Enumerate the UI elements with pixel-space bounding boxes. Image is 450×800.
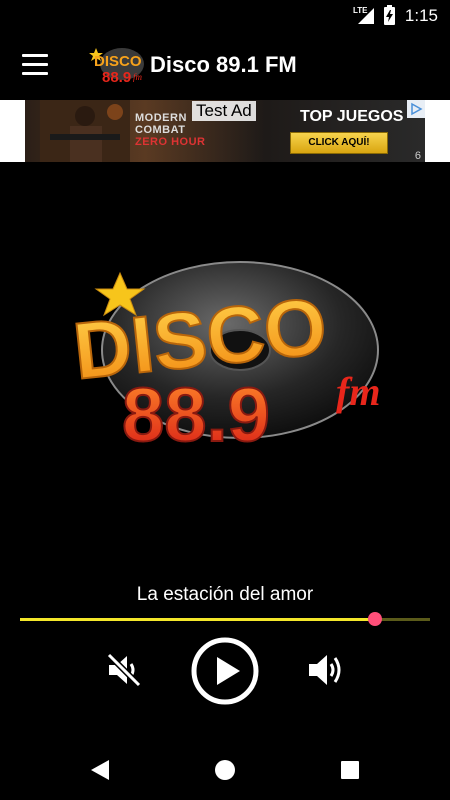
recents-icon[interactable]	[320, 740, 380, 800]
ad-corner-number: 6	[414, 150, 421, 162]
volume-mute-icon[interactable]	[104, 650, 144, 690]
play-icon[interactable]	[190, 636, 260, 706]
ad-label: Test Ad	[192, 101, 256, 121]
menu-icon[interactable]	[22, 54, 48, 76]
home-icon[interactable]	[195, 740, 255, 800]
back-icon[interactable]	[70, 740, 130, 800]
station-logo-fm: fm	[336, 369, 380, 414]
ad-game-line-2: COMBAT	[135, 124, 186, 136]
station-logo: DISCO 88.9 fm	[68, 261, 380, 455]
ad-area: MODERN COMBAT ZERO HOUR Test Ad TOP JUEG…	[0, 100, 450, 162]
volume-slider[interactable]	[20, 612, 430, 626]
ad-soldier-image	[40, 100, 130, 162]
status-time: 1:15	[404, 6, 438, 25]
app-logo: DISCO 88.9 fm	[89, 48, 144, 86]
volume-slider-thumb[interactable]	[367, 612, 382, 626]
app-title: Disco 89.1 FM	[150, 52, 297, 77]
station-logo-freq: 88.9	[122, 373, 270, 455]
signal-icon	[358, 8, 374, 24]
adchoices-icon[interactable]	[407, 100, 425, 118]
ad-cta-button[interactable]: CLICK AQUÍ!	[290, 132, 388, 154]
ad-banner[interactable]: MODERN COMBAT ZERO HOUR Test Ad TOP JUEG…	[25, 100, 425, 162]
app-logo-fm: fm	[133, 72, 143, 82]
station-slogan: La estación del amor	[136, 584, 314, 605]
volume-up-icon[interactable]	[305, 650, 347, 690]
battery-charging-icon	[384, 5, 395, 25]
ad-game-line-3: ZERO HOUR	[135, 136, 206, 148]
app-bar: DISCO 88.9 fm Disco 89.1 FM	[0, 32, 450, 100]
volume-slider-fill	[20, 618, 375, 621]
ad-headline: TOP JUEGOS	[300, 108, 404, 125]
status-bar: LTE 1:15	[0, 0, 450, 32]
app-logo-freq: 88.9	[102, 69, 131, 86]
navigation-bar	[0, 740, 450, 800]
app-logo-disco: DISCO	[94, 53, 142, 70]
